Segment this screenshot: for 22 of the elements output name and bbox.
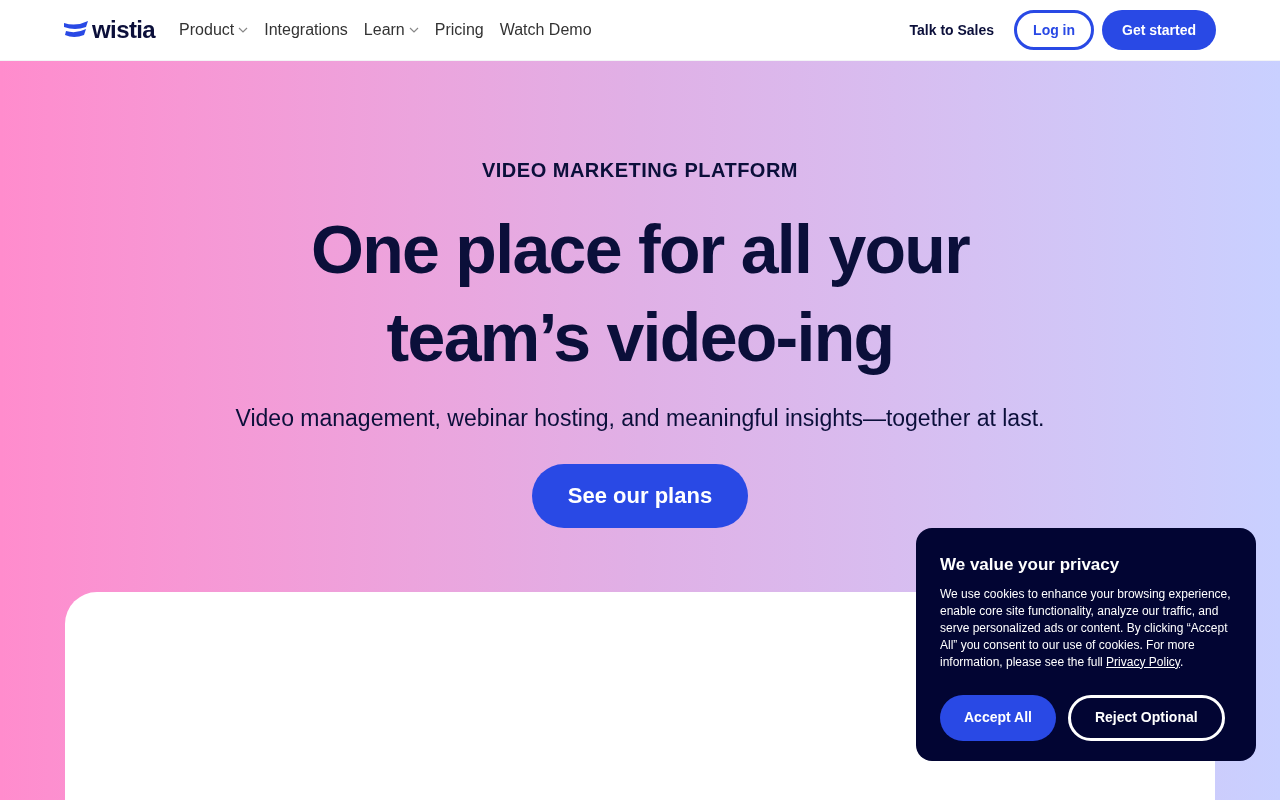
logo-icon — [64, 21, 88, 39]
eyebrow-heading: VIDEO MARKETING PLATFORM — [481, 158, 799, 183]
nav-link[interactable]: Pricing — [434, 18, 484, 42]
hero-headline: One place for all your — [311, 210, 969, 289]
talk-to-sales-link[interactable]: Talk to Sales — [909, 19, 995, 41]
chevron-down-icon — [408, 27, 419, 33]
logo-wordmark[interactable]: wistia — [92, 12, 156, 48]
login-button[interactable]: Log in — [1014, 10, 1095, 50]
nav-link[interactable]: Integrations — [264, 18, 348, 42]
privacy-policy-link[interactable]: Privacy Policy — [1106, 654, 1180, 669]
nav-link[interactable]: Watch Demo — [499, 18, 592, 42]
see-plans-button[interactable]: See our plans — [531, 463, 749, 528]
cookie-title: We value your privacy — [940, 554, 1121, 576]
nav-link[interactable]: Learn — [363, 18, 419, 42]
chevron-down-icon — [238, 27, 249, 33]
nav-link[interactable]: Product — [179, 18, 249, 42]
get-started-button[interactable]: Get started — [1102, 10, 1216, 50]
reject-optional-button[interactable]: Reject Optional — [1067, 694, 1225, 741]
cookie-text: We use cookies to enhance your browsing experience, enable core site functionality, analyze our traffic, and serve personalized ads or content. By clicking “Accept All” you consent to our use of cookies. For more information, please see the full Privacy Policy. — [940, 585, 1232, 671]
hero-headline: team’s video-ing — [386, 298, 894, 377]
hero-subtitle: Video management, webinar hosting, and meaningful insights—together at last. — [235, 404, 1045, 433]
accept-all-button[interactable]: Accept All — [940, 694, 1056, 741]
